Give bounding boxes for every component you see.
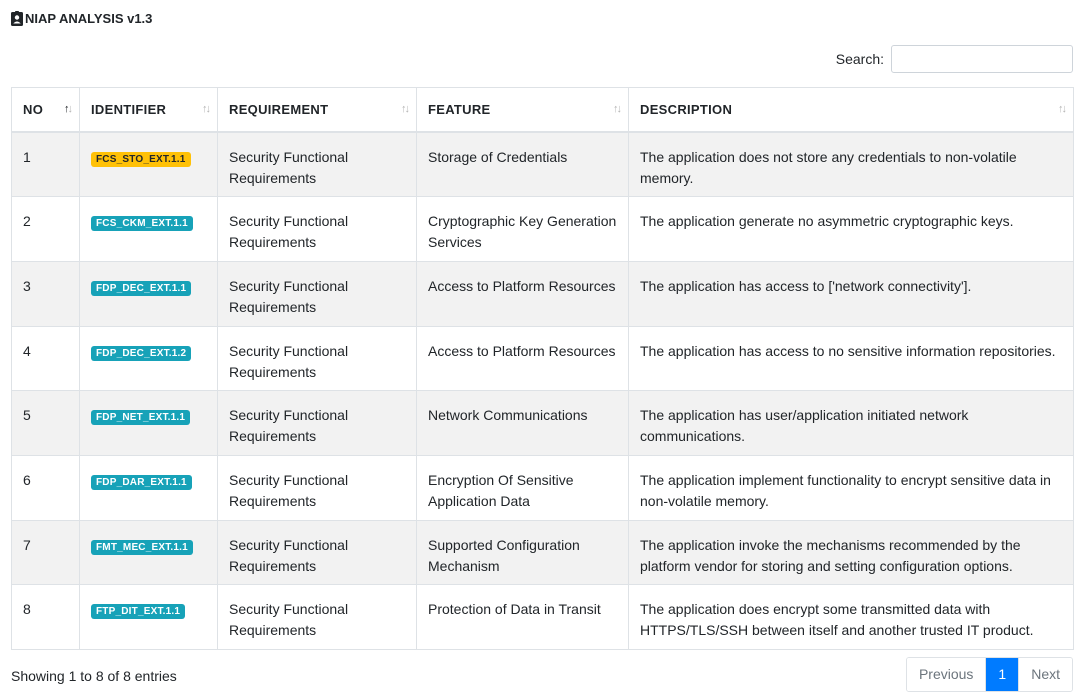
cell-description: The application has user/application ini… bbox=[628, 390, 1074, 456]
table-row: 5 FDP_NET_EXT.1.1 Security Functional Re… bbox=[11, 390, 1074, 456]
table-header-row: NO ↑↓ IDENTIFIER ↑↓ REQUIREMENT ↑↓ FEATU… bbox=[11, 87, 1074, 133]
table-row: 2 FCS_CKM_EXT.1.1 Security Functional Re… bbox=[11, 196, 1074, 262]
id-badge-icon bbox=[11, 11, 23, 26]
search-label: Search: bbox=[835, 51, 884, 67]
identifier-badge: FMT_MEC_EXT.1.1 bbox=[91, 540, 193, 555]
identifier-badge: FTP_DIT_EXT.1.1 bbox=[91, 604, 186, 619]
cell-requirement: Security Functional Requirements bbox=[217, 326, 417, 391]
identifier-badge: FCS_CKM_EXT.1.1 bbox=[91, 216, 193, 231]
column-header-no[interactable]: NO ↑↓ bbox=[11, 87, 80, 133]
cell-description: The application does not store any crede… bbox=[628, 131, 1074, 197]
identifier-badge: FDP_DEC_EXT.1.2 bbox=[91, 346, 192, 361]
identifier-badge: FDP_DAR_EXT.1.1 bbox=[91, 475, 192, 490]
column-header-requirement[interactable]: REQUIREMENT ↑↓ bbox=[217, 87, 417, 133]
search-row: Search: bbox=[836, 45, 1073, 73]
identifier-badge: FCS_STO_EXT.1.1 bbox=[91, 151, 191, 167]
cell-description: The application does encrypt some transm… bbox=[628, 584, 1074, 650]
page-title-block: NIAP ANALYSIS v1.3 bbox=[11, 11, 152, 26]
column-header-feature[interactable]: FEATURE ↑↓ bbox=[416, 87, 629, 133]
cell-no: 4 bbox=[11, 326, 80, 391]
cell-requirement: Security Functional Requirements bbox=[217, 455, 417, 521]
cell-description: The application has access to ['network … bbox=[628, 261, 1074, 327]
cell-requirement: Security Functional Requirements bbox=[217, 261, 417, 327]
cell-requirement: Security Functional Requirements bbox=[217, 196, 417, 262]
previous-button[interactable]: Previous bbox=[906, 658, 987, 691]
page-title: NIAP ANALYSIS v1.3 bbox=[25, 11, 153, 26]
cell-feature: Supported Configuration Mechanism bbox=[416, 520, 629, 585]
cell-feature: Encryption Of Sensitive Application Data bbox=[416, 455, 629, 521]
table-row: 3 FDP_DEC_EXT.1.1 Security Functional Re… bbox=[11, 261, 1074, 327]
cell-feature: Access to Platform Resources bbox=[416, 326, 629, 391]
identifier-badge: FDP_DEC_EXT.1.1 bbox=[91, 281, 192, 296]
niap-table: NO ↑↓ IDENTIFIER ↑↓ REQUIREMENT ↑↓ FEATU… bbox=[11, 87, 1074, 650]
cell-no: 6 bbox=[11, 455, 80, 521]
table-row: 1 FCS_STO_EXT.1.1 Security Functional Re… bbox=[11, 131, 1074, 197]
sort-arrows-icon: ↑↓ bbox=[202, 103, 211, 116]
cell-identifier: FCS_STO_EXT.1.1 bbox=[79, 131, 218, 197]
cell-no: 1 bbox=[11, 131, 80, 197]
cell-description: The application has access to no sensiti… bbox=[628, 326, 1074, 391]
next-button[interactable]: Next bbox=[1018, 658, 1072, 691]
cell-requirement: Security Functional Requirements bbox=[217, 390, 417, 456]
sort-arrows-icon: ↑↓ bbox=[401, 103, 410, 116]
cell-requirement: Security Functional Requirements bbox=[217, 131, 417, 197]
cell-identifier: FMT_MEC_EXT.1.1 bbox=[79, 520, 218, 585]
cell-identifier: FDP_DEC_EXT.1.2 bbox=[79, 326, 218, 391]
cell-no: 8 bbox=[11, 584, 80, 650]
cell-requirement: Security Functional Requirements bbox=[217, 584, 417, 650]
sort-arrows-icon: ↑↓ bbox=[1058, 103, 1067, 116]
cell-no: 7 bbox=[11, 520, 80, 585]
cell-feature: Cryptographic Key Generation Services bbox=[416, 196, 629, 262]
table-row: 7 FMT_MEC_EXT.1.1 Security Functional Re… bbox=[11, 520, 1074, 585]
cell-identifier: FTP_DIT_EXT.1.1 bbox=[79, 584, 218, 650]
cell-description: The application invoke the mechanisms re… bbox=[628, 520, 1074, 585]
cell-no: 5 bbox=[11, 390, 80, 456]
sort-asc-icon: ↑↓ bbox=[64, 103, 73, 116]
table-row: 8 FTP_DIT_EXT.1.1 Security Functional Re… bbox=[11, 584, 1074, 650]
column-header-identifier[interactable]: IDENTIFIER ↑↓ bbox=[79, 87, 218, 133]
cell-no: 2 bbox=[11, 196, 80, 262]
page-1-button[interactable]: 1 bbox=[986, 658, 1019, 691]
cell-feature: Network Communications bbox=[416, 390, 629, 456]
cell-requirement: Security Functional Requirements bbox=[217, 520, 417, 585]
sort-arrows-icon: ↑↓ bbox=[613, 103, 622, 116]
cell-feature: Storage of Credentials bbox=[416, 131, 629, 197]
table-info: Showing 1 to 8 of 8 entries bbox=[11, 668, 177, 684]
table-row: 4 FDP_DEC_EXT.1.2 Security Functional Re… bbox=[11, 326, 1074, 391]
cell-description: The application generate no asymmetric c… bbox=[628, 196, 1074, 262]
cell-identifier: FDP_DEC_EXT.1.1 bbox=[79, 261, 218, 327]
search-input[interactable] bbox=[891, 45, 1073, 73]
identifier-badge: FDP_NET_EXT.1.1 bbox=[91, 410, 191, 425]
table-row: 6 FDP_DAR_EXT.1.1 Security Functional Re… bbox=[11, 455, 1074, 521]
cell-no: 3 bbox=[11, 261, 80, 327]
column-header-description[interactable]: DESCRIPTION ↑↓ bbox=[628, 87, 1074, 133]
pagination: Previous 1 Next bbox=[905, 657, 1073, 692]
cell-description: The application implement functionality … bbox=[628, 455, 1074, 521]
cell-identifier: FDP_DAR_EXT.1.1 bbox=[79, 455, 218, 521]
cell-identifier: FCS_CKM_EXT.1.1 bbox=[79, 196, 218, 262]
cell-feature: Access to Platform Resources bbox=[416, 261, 629, 327]
cell-feature: Protection of Data in Transit bbox=[416, 584, 629, 650]
cell-identifier: FDP_NET_EXT.1.1 bbox=[79, 390, 218, 456]
